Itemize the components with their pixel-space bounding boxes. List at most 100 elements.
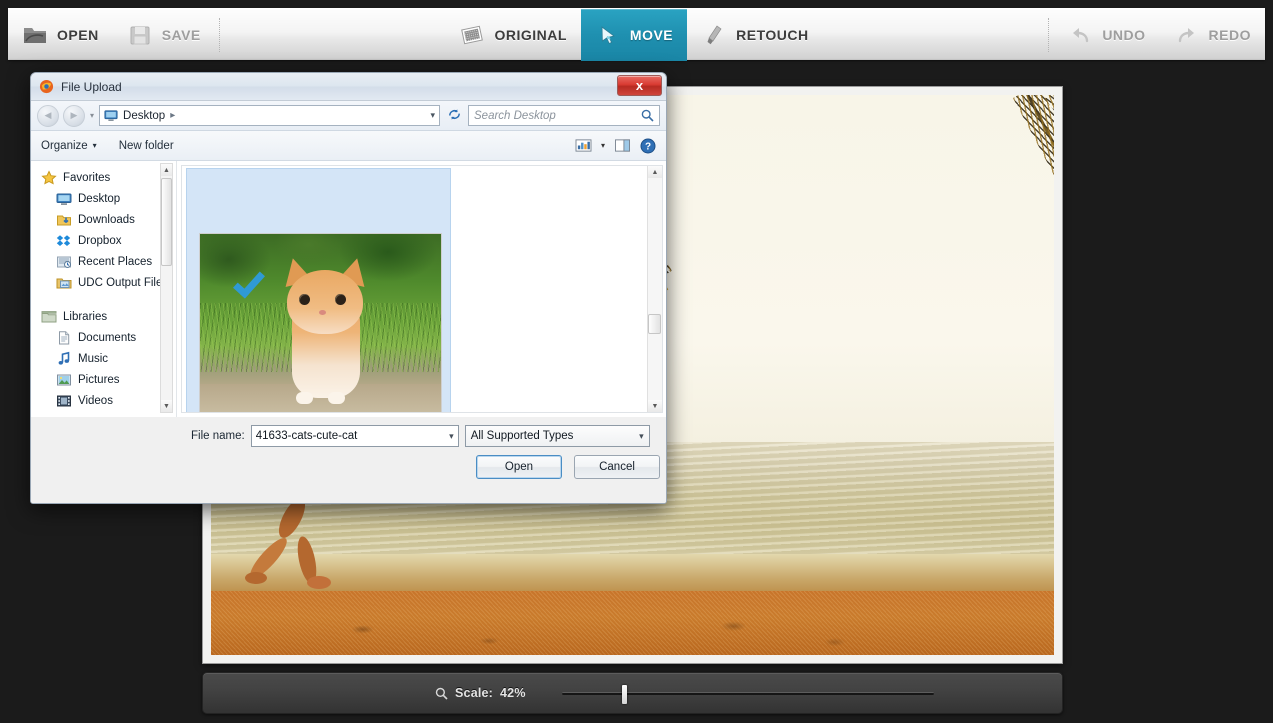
command-bar-right-group: ▾ ? (575, 138, 656, 154)
cancel-button[interactable]: Cancel (574, 455, 660, 479)
toolbar-strip: OPEN SAVE ORIGINAL MOVE RETOUCH UNDO RED… (8, 8, 1265, 61)
nav-scroll-thumb[interactable] (161, 178, 172, 266)
open-button[interactable]: OPEN (8, 9, 113, 61)
back-button[interactable]: ◀ (37, 104, 59, 127)
udc-output-icon (56, 278, 72, 288)
sidebar-item-dropbox[interactable]: Dropbox (39, 230, 176, 251)
scale-value: 42% (500, 686, 526, 700)
sidebar-item-udc-output-files[interactable]: UDC Output Files (39, 272, 176, 293)
kitten-eye-left (298, 293, 310, 305)
nav-pane-spacer (39, 293, 176, 306)
dialog-button-row: Open Cancel (476, 455, 660, 479)
scale-statusbar: Scale: 42% (202, 672, 1063, 714)
sidebar-item-recent-places-label: Recent Places (78, 255, 153, 268)
nav-scroll-up-icon[interactable]: ▲ (161, 164, 172, 176)
redo-button[interactable]: REDO (1160, 9, 1265, 61)
nav-pane-scrollbar[interactable]: ▲ ▼ (160, 163, 173, 413)
kitten-paw-right (327, 392, 345, 405)
nav-group-favorites[interactable]: Favorites (39, 167, 176, 188)
recent-locations-caret-icon[interactable]: ▾ (89, 111, 95, 120)
forward-button[interactable]: ▶ (63, 104, 85, 127)
music-icon (58, 351, 70, 365)
sidebar-item-pictures[interactable]: Pictures (39, 369, 176, 390)
sidebar-item-music[interactable]: Music (39, 348, 176, 369)
zoom-slider-thumb[interactable] (621, 684, 627, 704)
kitten-paw-left (296, 392, 314, 405)
help-icon[interactable]: ? (640, 138, 656, 154)
filename-input[interactable]: 41633-cats-cute-cat ▾ (250, 425, 459, 447)
filename-label: File name: (191, 430, 245, 442)
open-button-label: OPEN (57, 26, 99, 43)
file-type-filter-value: All Supported Types (470, 430, 574, 442)
star-icon (41, 169, 57, 185)
retouch-tab[interactable]: RETOUCH (687, 9, 822, 61)
sidebar-item-documents-label: Documents (78, 331, 137, 344)
search-icon (641, 109, 654, 122)
sidebar-item-desktop-label: Desktop (78, 192, 121, 205)
dialog-title: File Upload (61, 79, 122, 94)
undo-button[interactable]: UNDO (1053, 9, 1159, 61)
nav-group-libraries[interactable]: Libraries (39, 306, 176, 327)
sidebar-item-downloads[interactable]: Downloads (39, 209, 176, 230)
move-cursor-icon (595, 23, 621, 47)
libraries-icon (41, 310, 57, 322)
desktop-icon (104, 109, 118, 121)
breadcrumb-chevron-icon: ▸ (170, 110, 176, 121)
search-input[interactable]: Search Desktop (468, 105, 660, 126)
app-window: OPEN SAVE ORIGINAL MOVE RETOUCH UNDO RED… (0, 0, 1273, 723)
desktop-icon (56, 193, 72, 205)
navigation-pane: Favorites Desktop Downloads Dropbox Rece… (31, 161, 177, 417)
sidebar-item-videos-label: Videos (78, 394, 113, 407)
organize-caret-icon: ▾ (92, 141, 97, 150)
filename-row: File name: 41633-cats-cute-cat ▾ All Sup… (31, 425, 666, 447)
list-scroll-down-icon[interactable]: ▼ (648, 400, 662, 412)
sidebar-item-udc-output-files-label: UDC Output Files (78, 276, 169, 289)
list-scroll-thumb[interactable] (648, 314, 661, 334)
search-placeholder: Search Desktop (474, 109, 556, 122)
file-list-scrollbar[interactable]: ▲ ▼ (647, 166, 662, 412)
save-button-label: SAVE (161, 26, 201, 43)
sidebar-item-videos[interactable]: Videos (39, 390, 176, 411)
save-button[interactable]: SAVE (113, 9, 215, 61)
file-type-filter-caret-icon[interactable]: ▾ (639, 431, 644, 442)
sidebar-item-pictures-label: Pictures (78, 373, 120, 386)
close-icon[interactable]: x (617, 75, 662, 96)
sidebar-item-desktop[interactable]: Desktop (39, 188, 176, 209)
address-bar[interactable]: Desktop ▸ ▾ (99, 105, 440, 126)
file-list-pane[interactable]: ▲ ▼ (181, 165, 663, 413)
zoom-slider-track[interactable] (561, 684, 934, 704)
move-tab[interactable]: MOVE (580, 8, 688, 61)
move-tab-label: MOVE (629, 26, 674, 43)
nav-scroll-down-icon[interactable]: ▼ (161, 400, 172, 412)
kitten-eye-right (334, 293, 346, 305)
list-scroll-up-icon[interactable]: ▲ (648, 166, 662, 178)
magnifier-icon (435, 687, 448, 700)
refresh-icon[interactable] (444, 107, 464, 125)
list-item[interactable] (186, 168, 451, 412)
new-folder-button[interactable]: New folder (119, 140, 174, 152)
view-mode-caret-icon[interactable]: ▾ (601, 141, 605, 150)
floppy-save-icon (127, 23, 153, 47)
new-folder-label: New folder (118, 139, 174, 152)
forward-arrow-icon: ▶ (70, 110, 78, 120)
retouch-brush-icon (701, 23, 727, 47)
file-type-filter-select[interactable]: All Supported Types ▾ (464, 425, 650, 447)
address-dropdown-icon[interactable]: ▾ (430, 110, 435, 121)
filename-dropdown-icon[interactable]: ▾ (449, 431, 454, 442)
scale-indicator: Scale: 42% (435, 686, 526, 700)
open-button[interactable]: Open (476, 455, 562, 479)
preview-pane-icon[interactable] (614, 138, 631, 153)
sidebar-item-documents[interactable]: Documents (39, 327, 176, 348)
breadcrumb[interactable]: Desktop (123, 110, 165, 122)
sidebar-item-music-label: Music (78, 352, 109, 365)
original-tab[interactable]: ORIGINAL (445, 9, 580, 61)
dialog-footer: File name: 41633-cats-cute-cat ▾ All Sup… (31, 417, 666, 503)
sidebar-item-recent-places[interactable]: Recent Places (39, 251, 176, 272)
view-mode-icon[interactable] (575, 138, 592, 153)
file-upload-dialog[interactable]: File Upload x ◀ ▶ ▾ Desktop ▸ ▾ Search D… (30, 72, 667, 504)
file-thumbnail[interactable] (199, 233, 442, 412)
toolbar-divider-left (218, 17, 220, 52)
dialog-titlebar[interactable]: File Upload x (31, 73, 666, 101)
organize-button[interactable]: Organize ▾ (41, 140, 97, 152)
dropbox-icon (56, 234, 71, 246)
